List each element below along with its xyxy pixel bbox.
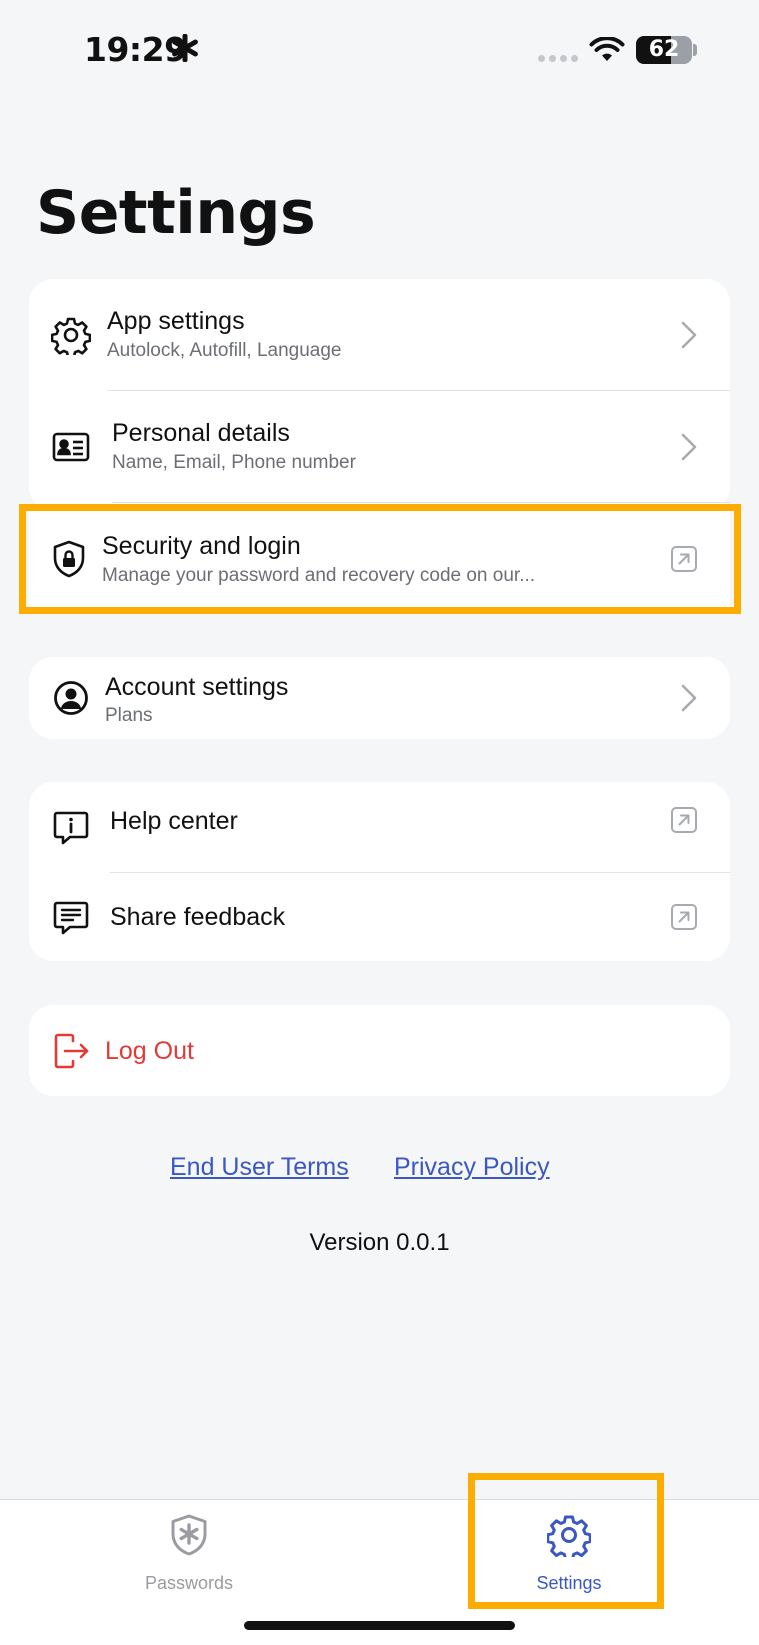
row-title: Share feedback (110, 903, 286, 931)
gear-icon (547, 1515, 591, 1557)
user-circle-icon (54, 681, 88, 715)
row-subtitle: Autolock, Autofill, Language (107, 340, 342, 361)
row-title: Security and login (102, 532, 301, 560)
status-bar: 19:29 62 (0, 0, 759, 100)
external-link-icon (671, 807, 697, 833)
id-card-icon (52, 432, 90, 462)
row-title: Help center (110, 807, 238, 835)
feedback-bubble-icon (53, 901, 89, 935)
general-settings-card: App settings Autolock, Autofill, Languag… (29, 279, 730, 511)
gear-icon (51, 317, 91, 355)
cellular-signal-icon (538, 55, 578, 62)
row-subtitle: Plans (105, 705, 153, 726)
tab-label: Settings (536, 1573, 602, 1593)
app-version: Version 0.0.1 (309, 1229, 450, 1256)
settings-screen: 19:29 62 Settings App settings Autolock,… (0, 0, 759, 1645)
page-title: Settings (36, 178, 316, 248)
share-feedback-row[interactable]: Share feedback (29, 873, 730, 961)
wifi-icon (589, 37, 625, 61)
privacy-policy-link[interactable]: Privacy Policy (394, 1153, 550, 1182)
logout-icon (54, 1033, 89, 1069)
shield-lock-icon (53, 540, 85, 578)
shield-asterisk-icon (171, 1514, 207, 1556)
chevron-right-icon (681, 684, 697, 712)
external-link-icon (671, 904, 697, 930)
help-center-row[interactable]: Help center (29, 782, 730, 873)
battery-indicator: 62 (636, 36, 692, 64)
support-card: Help center Share feedback (29, 782, 730, 961)
tab-settings[interactable]: Settings (449, 1500, 689, 1620)
help-bubble-icon (53, 811, 89, 845)
security-login-row[interactable]: Security and login Manage your password … (29, 511, 730, 608)
logout-button[interactable]: Log Out (29, 1005, 730, 1096)
tab-passwords[interactable]: Passwords (69, 1500, 309, 1620)
chevron-right-icon (681, 321, 697, 349)
legal-links: End User Terms Privacy Policy (0, 1150, 759, 1186)
row-title: Personal details (112, 419, 290, 447)
end-user-terms-link[interactable]: End User Terms (170, 1153, 349, 1182)
asterisk-icon (172, 34, 198, 62)
row-title: App settings (107, 307, 245, 335)
battery-cap (693, 44, 697, 56)
row-subtitle: Manage your password and recovery code o… (102, 565, 536, 586)
app-settings-row[interactable]: App settings Autolock, Autofill, Languag… (29, 279, 730, 391)
row-title: Account settings (105, 673, 289, 701)
chevron-right-icon (681, 433, 697, 461)
account-card: Account settings Plans (29, 657, 730, 739)
tab-label: Passwords (144, 1573, 234, 1593)
row-divider (112, 502, 730, 503)
logout-label: Log Out (105, 1037, 194, 1065)
battery-level: 62 (648, 37, 680, 62)
external-link-icon (671, 546, 697, 572)
home-indicator (244, 1621, 515, 1630)
row-subtitle: Name, Email, Phone number (112, 452, 356, 473)
personal-details-row[interactable]: Personal details Name, Email, Phone numb… (29, 391, 730, 503)
account-settings-row[interactable]: Account settings Plans (29, 657, 730, 739)
